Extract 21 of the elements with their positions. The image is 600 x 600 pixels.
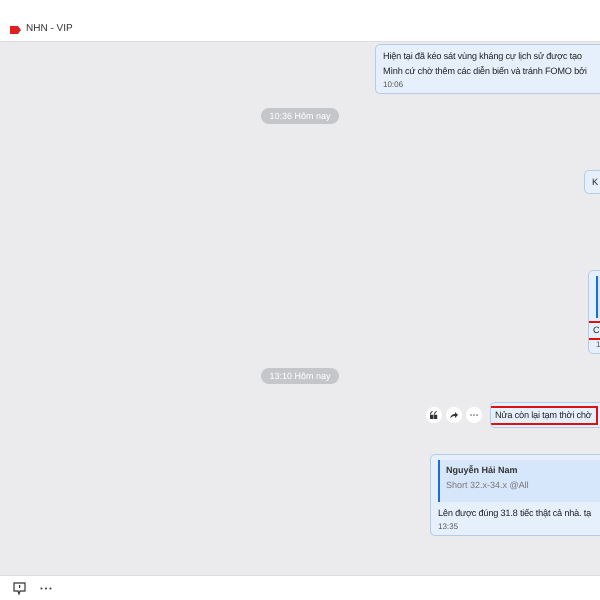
message-time: 1 [596,340,600,349]
tag-icon [10,26,21,34]
message-text: C [589,323,600,338]
message-text: Mình cứ chờ thêm các diễn biến và tránh FOMO bởi [383,65,587,78]
forward-button[interactable] [446,407,462,423]
date-divider: 13:10 Hôm nay [261,368,339,384]
message-time: 10:06 [383,80,404,89]
quote-author: Nguyễn Hải Nam [446,465,519,475]
more-icon[interactable] [40,586,52,590]
reminder-icon[interactable] [13,582,26,594]
message-text: Lên được đúng 31.8 tiếc thật cả nhà. tạ [438,507,592,520]
message-text: K [592,176,598,189]
message-time: 13:35 [438,522,458,531]
group-name: NHN - VIP [26,23,73,34]
message-text: Hiện tại đã kéo sát vùng kháng cự lịch sử được tạo [383,50,582,63]
forward-icon [450,411,458,419]
quote-text: Short 32.x-34.x @All [446,480,530,490]
quote-button[interactable] [426,407,442,423]
quote-icon [430,411,438,419]
message-text: Nửa còn lại tạm thời chờ [491,408,596,423]
date-divider: 10:36 Hôm nay [261,108,339,124]
